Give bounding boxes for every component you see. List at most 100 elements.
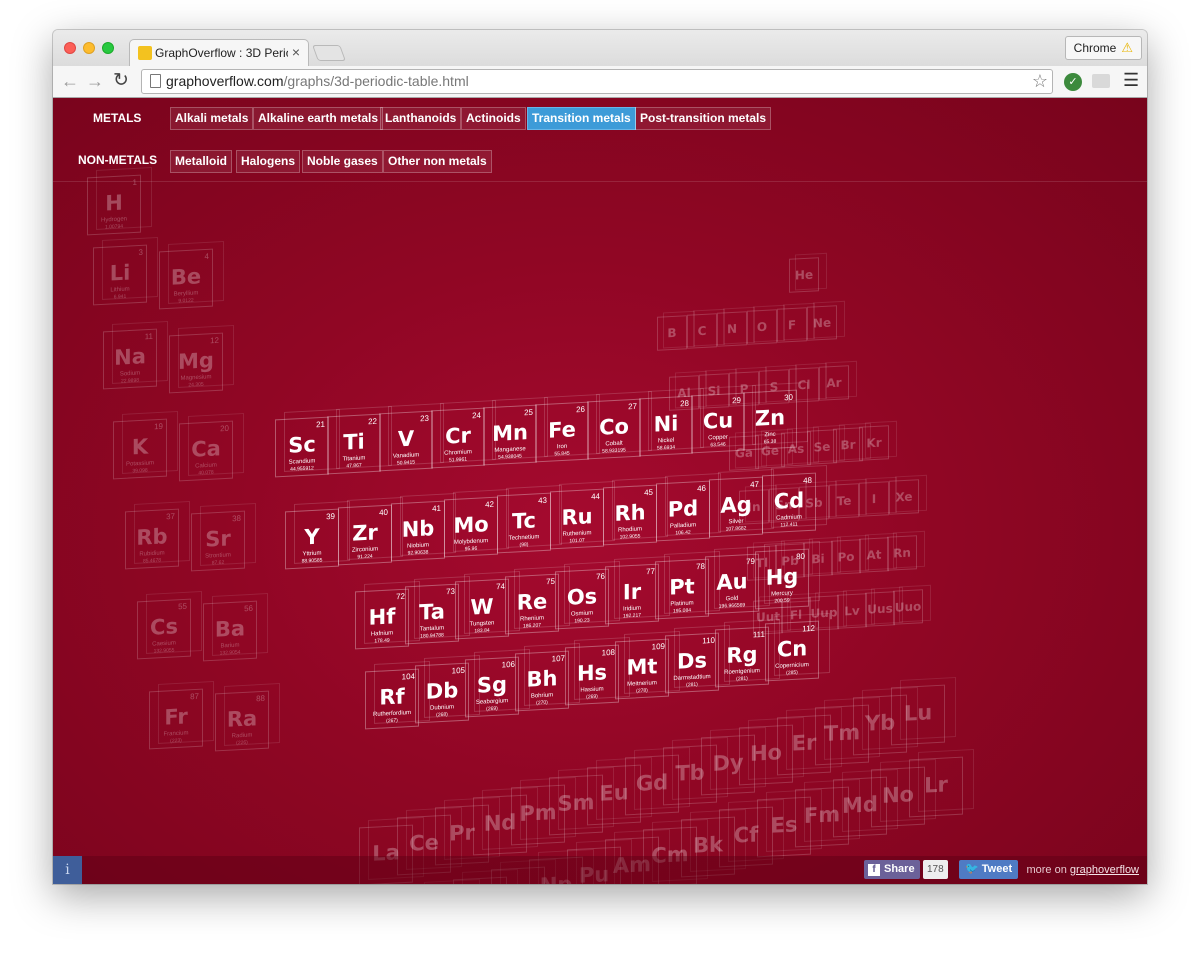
element-cell-mg[interactable]: 12 Mg Magnesium 24.305 xyxy=(169,332,223,394)
element-cell-sn[interactable]: Sn xyxy=(769,487,799,523)
element-cell-mo[interactable]: 42 Mo Molybdenum 95.96 xyxy=(444,496,498,558)
element-cell-re[interactable]: 75 Re Rhenium 186.207 xyxy=(505,573,559,635)
element-cell-zr[interactable]: 40 Zr Zirconium 91.224 xyxy=(338,504,392,566)
back-arrow-icon[interactable]: ← xyxy=(61,71,79,92)
bookmark-star-icon[interactable]: ☆ xyxy=(1032,71,1048,92)
element-cell-db[interactable]: 105 Db Dubnium (268) xyxy=(415,662,469,724)
new-tab-button[interactable] xyxy=(312,45,346,61)
element-cell-ba[interactable]: 56 Ba Barium 132.9054 xyxy=(203,600,257,662)
element-cell-he[interactable]: He xyxy=(789,257,819,293)
element-cell-s[interactable]: S xyxy=(759,369,789,405)
element-cell-rb[interactable]: 37 Rb Rubidium 85.4678 xyxy=(125,508,179,570)
tab-close-icon[interactable]: × xyxy=(292,44,300,60)
category-chip-nonmetals-1[interactable]: Halogens xyxy=(236,150,301,173)
element-cell-at[interactable]: At xyxy=(859,537,889,573)
element-cell-li[interactable]: 3 Li Lithium 6.941 xyxy=(93,244,147,306)
category-chip-metals-3[interactable]: Actinoids xyxy=(461,107,526,130)
element-cell-pb[interactable]: Pb xyxy=(775,543,805,579)
graphoverflow-link[interactable]: graphoverflow xyxy=(1070,864,1139,876)
element-cell-b[interactable]: B xyxy=(657,315,687,351)
element-cell-o[interactable]: O xyxy=(747,309,777,345)
element-cell-uuo[interactable]: Uuo xyxy=(893,589,923,625)
element-cell-rn[interactable]: Rn xyxy=(887,535,917,571)
category-chip-nonmetals-0[interactable]: Metalloid xyxy=(170,150,233,173)
element-cell-tl[interactable]: Tl xyxy=(747,545,777,581)
element-cell-uup[interactable]: Uup xyxy=(809,595,839,631)
element-cell-ra[interactable]: 88 Ra Radium (226) xyxy=(215,690,269,752)
element-cell-lr[interactable]: Lr xyxy=(909,756,963,818)
element-cell-uut[interactable]: Uut xyxy=(753,599,783,635)
element-cell-sb[interactable]: Sb xyxy=(799,485,829,521)
element-cell-kr[interactable]: Kr xyxy=(859,425,889,461)
element-cell-c[interactable]: C xyxy=(687,313,717,349)
category-chip-metals-0[interactable]: Alkali metals xyxy=(170,107,254,130)
category-chip-metals-5[interactable]: Post-transition metals xyxy=(635,107,772,130)
element-cell-in[interactable]: In xyxy=(739,489,769,525)
element-cell-uus[interactable]: Uus xyxy=(865,591,895,627)
element-cell-te[interactable]: Te xyxy=(829,483,859,519)
element-cell-pd[interactable]: 46 Pd Palladium 106.42 xyxy=(656,480,710,542)
element-cell-fr[interactable]: 87 Fr Francium (223) xyxy=(149,688,203,750)
element-cell-ti[interactable]: 22 Ti Titanium 47.867 xyxy=(327,413,381,475)
element-cell-pt[interactable]: 78 Pt Platinum 195.084 xyxy=(655,558,709,620)
forward-arrow-icon[interactable]: → xyxy=(86,71,104,92)
element-cell-v[interactable]: 23 V Vanadium 50.9415 xyxy=(379,410,433,472)
element-cell-fe[interactable]: 26 Fe Iron 55.845 xyxy=(535,401,589,463)
element-cell-cl[interactable]: Cl xyxy=(789,367,819,403)
element-cell-bh[interactable]: 107 Bh Bohrium (270) xyxy=(515,650,569,712)
facebook-share-button[interactable]: f Share xyxy=(864,860,920,879)
element-cell-po[interactable]: Po xyxy=(831,539,861,575)
element-cell-h[interactable]: 1 H Hydrogen 1.00794 xyxy=(87,174,141,236)
category-chip-metals-4[interactable]: Transition metals xyxy=(527,107,636,130)
element-cell-rg[interactable]: 111 Rg Roentgenium (281) xyxy=(715,626,769,688)
reload-icon[interactable]: ↻ xyxy=(113,69,129,92)
element-cell-rf[interactable]: 104 Rf Rutherfordium (267) xyxy=(365,668,419,730)
element-cell-sg[interactable]: 106 Sg Seaborgium (269) xyxy=(465,656,519,718)
element-cell-sr[interactable]: 38 Sr Strontium 87.62 xyxy=(191,510,245,572)
window-minimize-button[interactable] xyxy=(83,42,95,54)
element-cell-i[interactable]: I xyxy=(859,481,889,517)
element-cell-nb[interactable]: 41 Nb Niobium 92.90638 xyxy=(391,500,445,562)
category-chip-metals-2[interactable]: Lanthanoids xyxy=(380,107,462,130)
category-chip-metals-1[interactable]: Alkaline earth metals xyxy=(253,107,384,130)
element-cell-tc[interactable]: 43 Tc Technetium (98) xyxy=(497,492,551,554)
category-chip-nonmetals-2[interactable]: Noble gases xyxy=(302,150,383,173)
element-cell-n[interactable]: N xyxy=(717,311,747,347)
element-cell-al[interactable]: Al xyxy=(669,375,699,411)
element-cell-ru[interactable]: 44 Ru Ruthenium 101.07 xyxy=(550,488,604,550)
element-cell-ta[interactable]: 73 Ta Tantalum 180.94788 xyxy=(405,583,459,645)
element-cell-rh[interactable]: 45 Rh Rhodium 102.9055 xyxy=(603,484,657,546)
element-cell-co[interactable]: 27 Co Cobalt 58.933195 xyxy=(587,398,641,460)
element-cell-hf[interactable]: 72 Hf Hafnium 178.49 xyxy=(355,588,409,650)
element-cell-lv[interactable]: Lv xyxy=(837,593,867,629)
element-cell-sc[interactable]: 21 Sc Scandium 44.955912 xyxy=(275,416,329,478)
address-bar[interactable]: graphoverflow.com/graphs/3d-periodic-tab… xyxy=(141,69,1053,94)
extension-check-icon[interactable]: ✓ xyxy=(1064,73,1082,91)
element-cell-lu[interactable]: Lu xyxy=(891,684,945,746)
window-close-button[interactable] xyxy=(64,42,76,54)
element-cell-os[interactable]: 76 Os Osmium 190.23 xyxy=(555,568,609,630)
element-cell-si[interactable]: Si xyxy=(699,373,729,409)
element-cell-mn[interactable]: 25 Mn Manganese 54.938045 xyxy=(483,404,537,466)
window-maximize-button[interactable] xyxy=(102,42,114,54)
profile-button[interactable]: Chrome ⚠ xyxy=(1064,36,1142,60)
element-cell-f[interactable]: F xyxy=(777,307,807,343)
element-cell-be[interactable]: 4 Be Beryllium 9.0122 xyxy=(159,248,213,310)
element-cell-w[interactable]: 74 W Tungsten 183.84 xyxy=(455,578,509,640)
element-cell-y[interactable]: 39 Y Yttrium 88.90585 xyxy=(285,508,339,570)
menu-hamburger-icon[interactable]: ☰ xyxy=(1123,70,1139,91)
extension-cast-icon[interactable] xyxy=(1092,74,1110,88)
info-icon[interactable]: i xyxy=(53,856,82,884)
browser-tab[interactable]: GraphOverflow : 3D Periodic × xyxy=(129,39,309,66)
element-cell-ir[interactable]: 77 Ir Iridium 192.217 xyxy=(605,563,659,625)
element-cell-k[interactable]: 19 K Potassium 39.098 xyxy=(113,418,167,480)
element-cell-hs[interactable]: 108 Hs Hassium (269) xyxy=(565,644,619,706)
element-cell-mt[interactable]: 109 Mt Meitnerium (278) xyxy=(615,638,669,700)
element-cell-p[interactable]: P xyxy=(729,371,759,407)
category-chip-nonmetals-3[interactable]: Other non metals xyxy=(383,150,492,173)
element-cell-ar[interactable]: Ar xyxy=(819,365,849,401)
element-cell-cr[interactable]: 24 Cr Chromium 51.9961 xyxy=(431,407,485,469)
element-cell-xe[interactable]: Xe xyxy=(889,479,919,515)
element-cell-ds[interactable]: 110 Ds Darmstadtium (281) xyxy=(665,632,719,694)
element-cell-fl[interactable]: Fl xyxy=(781,597,811,633)
